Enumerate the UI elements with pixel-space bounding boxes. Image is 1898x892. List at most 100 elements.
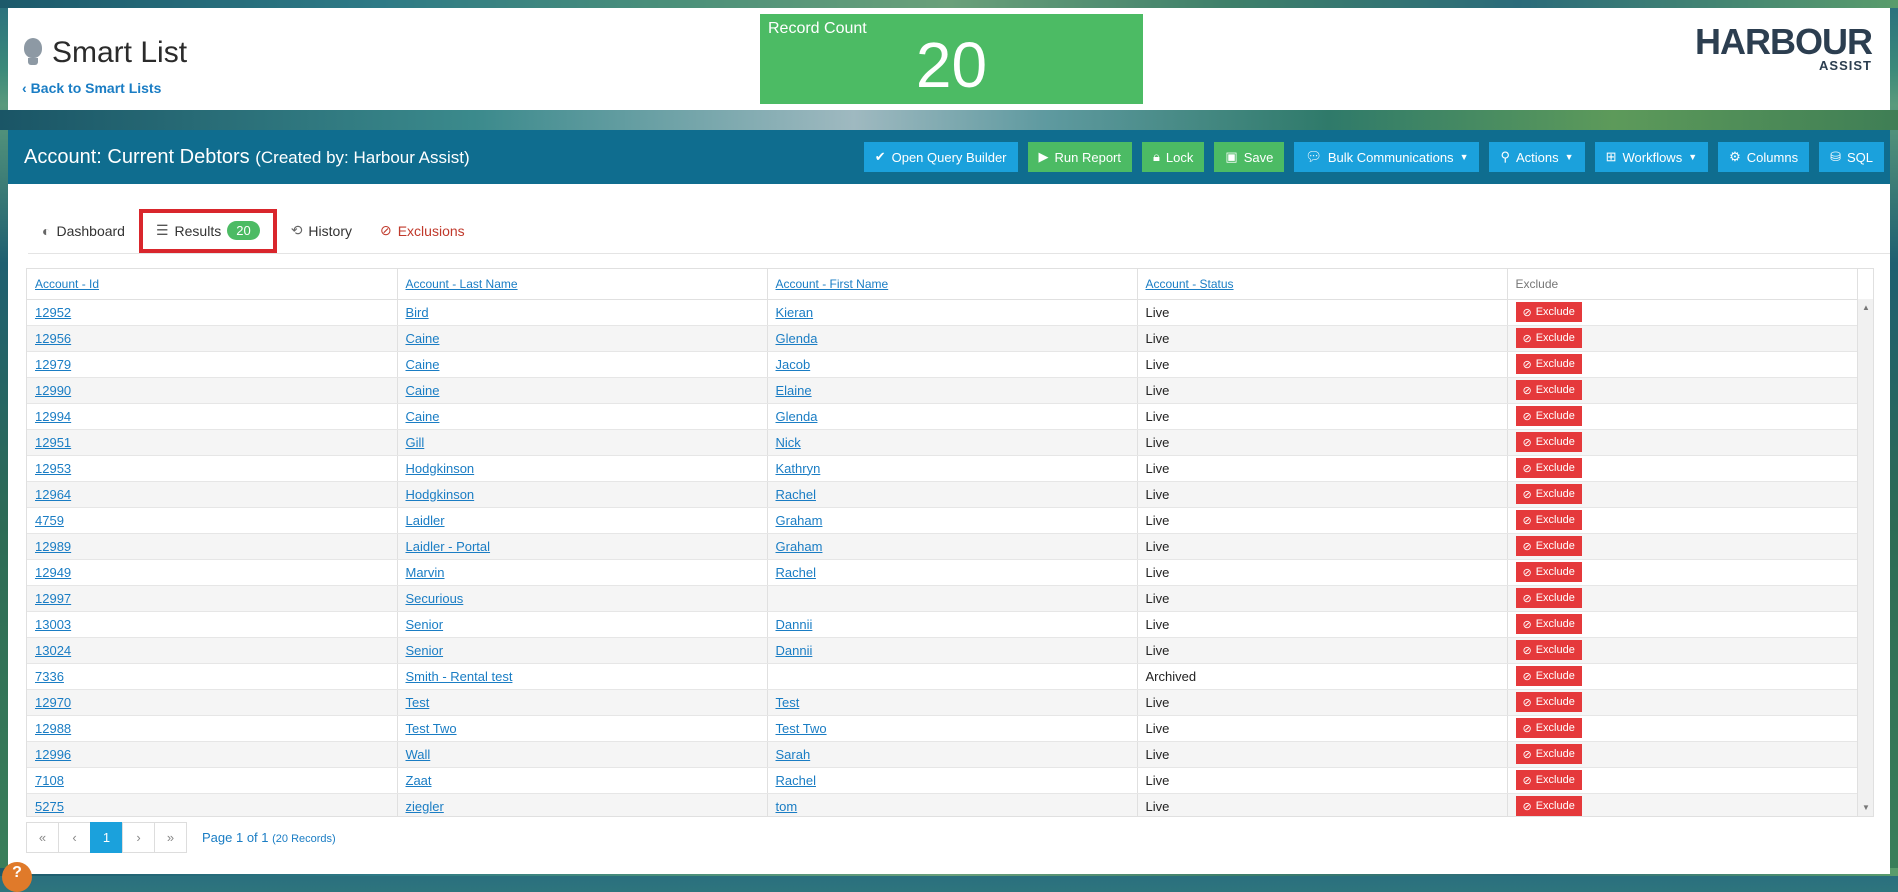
sort-first-name-link[interactable]: Account - First Name <box>776 277 889 291</box>
last-name-link[interactable]: Test Two <box>406 721 457 736</box>
account-id-link[interactable]: 12990 <box>35 383 71 398</box>
exclude-button[interactable]: ⊘ Exclude <box>1515 432 1582 452</box>
exclude-button[interactable]: ⊘ Exclude <box>1515 666 1582 686</box>
column-header-first-name[interactable]: Account - First Name <box>767 269 1138 300</box>
exclude-button[interactable]: ⊘ Exclude <box>1515 536 1582 556</box>
exclude-button[interactable]: ⊘ Exclude <box>1515 380 1582 400</box>
first-name-link[interactable]: Test <box>776 695 800 710</box>
account-id-link[interactable]: 12996 <box>35 747 71 762</box>
sort-status-link[interactable]: Account - Status <box>1146 277 1234 291</box>
exclude-button[interactable]: ⊘ Exclude <box>1515 588 1582 608</box>
first-name-link[interactable]: Dannii <box>776 643 813 658</box>
first-name-link[interactable]: Sarah <box>776 747 811 762</box>
first-page-button[interactable]: « <box>26 822 59 853</box>
page-1-button[interactable]: 1 <box>90 822 123 853</box>
account-id-link[interactable]: 13024 <box>35 643 71 658</box>
tab-history[interactable]: ⟲ History <box>277 211 366 251</box>
exclude-button[interactable]: ⊘ Exclude <box>1515 510 1582 530</box>
last-name-link[interactable]: Hodgkinson <box>406 487 475 502</box>
last-name-link[interactable]: Wall <box>406 747 431 762</box>
exclude-button[interactable]: ⊘ Exclude <box>1515 562 1582 582</box>
last-name-link[interactable]: Bird <box>406 305 429 320</box>
exclude-button[interactable]: ⊘ Exclude <box>1515 744 1582 764</box>
first-name-link[interactable]: Elaine <box>776 383 812 398</box>
last-name-link[interactable]: Caine <box>406 383 440 398</box>
open-query-builder-button[interactable]: ✔ Open Query Builder <box>863 142 1018 172</box>
last-name-link[interactable]: Caine <box>406 331 440 346</box>
last-name-link[interactable]: Securious <box>406 591 464 606</box>
last-page-button[interactable]: » <box>154 822 187 853</box>
account-id-link[interactable]: 12953 <box>35 461 71 476</box>
scroll-up-arrow-icon[interactable]: ▲ <box>1862 303 1870 312</box>
columns-button[interactable]: ⚙ Columns <box>1718 142 1810 172</box>
exclude-button[interactable]: ⊘ Exclude <box>1515 614 1582 634</box>
account-id-link[interactable]: 7108 <box>35 773 64 788</box>
last-name-link[interactable]: Gill <box>406 435 425 450</box>
account-id-link[interactable]: 12997 <box>35 591 71 606</box>
account-id-link[interactable]: 7336 <box>35 669 64 684</box>
first-name-link[interactable]: Nick <box>776 435 801 450</box>
account-id-link[interactable]: 13003 <box>35 617 71 632</box>
first-name-link[interactable]: Test Two <box>776 721 827 736</box>
exclude-button[interactable]: ⊘ Exclude <box>1515 458 1582 478</box>
first-name-link[interactable]: Glenda <box>776 331 818 346</box>
column-header-status[interactable]: Account - Status <box>1137 269 1508 300</box>
last-name-link[interactable]: Hodgkinson <box>406 461 475 476</box>
account-id-link[interactable]: 12979 <box>35 357 71 372</box>
account-id-link[interactable]: 12949 <box>35 565 71 580</box>
account-id-link[interactable]: 12970 <box>35 695 71 710</box>
column-header-last-name[interactable]: Account - Last Name <box>397 269 768 300</box>
exclude-button[interactable]: ⊘ Exclude <box>1515 354 1582 374</box>
last-name-link[interactable]: Senior <box>406 643 444 658</box>
first-name-link[interactable]: Kieran <box>776 305 814 320</box>
workflows-button[interactable]: ⊞ Workflows ▼ <box>1594 142 1709 172</box>
last-name-link[interactable]: Laidler - Portal <box>406 539 491 554</box>
account-id-link[interactable]: 12952 <box>35 305 71 320</box>
exclude-button[interactable]: ⊘ Exclude <box>1515 328 1582 348</box>
exclude-button[interactable]: ⊘ Exclude <box>1515 796 1582 816</box>
first-name-link[interactable]: Jacob <box>776 357 811 372</box>
sql-button[interactable]: ⛁ SQL <box>1819 142 1884 172</box>
last-name-link[interactable]: Zaat <box>406 773 432 788</box>
exclude-button[interactable]: ⊘ Exclude <box>1515 770 1582 790</box>
sort-last-name-link[interactable]: Account - Last Name <box>406 277 518 291</box>
scroll-down-arrow-icon[interactable]: ▼ <box>1862 803 1870 812</box>
column-header-account-id[interactable]: Account - Id <box>27 269 398 300</box>
last-name-link[interactable]: Senior <box>406 617 444 632</box>
first-name-link[interactable]: Dannii <box>776 617 813 632</box>
exclude-button[interactable]: ⊘ Exclude <box>1515 692 1582 712</box>
next-page-button[interactable]: › <box>122 822 155 853</box>
first-name-link[interactable]: Rachel <box>776 565 816 580</box>
tab-results[interactable]: ☰ Results 20 <box>138 208 277 253</box>
tab-dashboard[interactable]: ◐ Dashboard <box>28 211 139 251</box>
account-id-link[interactable]: 12994 <box>35 409 71 424</box>
first-name-link[interactable]: Rachel <box>776 773 816 788</box>
tab-exclusions[interactable]: ⊘ Exclusions <box>366 211 479 251</box>
save-button[interactable]: ▣ Save <box>1214 142 1285 172</box>
first-name-link[interactable]: Glenda <box>776 409 818 424</box>
last-name-link[interactable]: Test <box>406 695 430 710</box>
run-report-button[interactable]: ▶ Run Report <box>1027 142 1132 172</box>
account-id-link[interactable]: 4759 <box>35 513 64 528</box>
account-id-link[interactable]: 5275 <box>35 799 64 814</box>
first-name-link[interactable]: tom <box>776 799 798 814</box>
exclude-button[interactable]: ⊘ Exclude <box>1515 484 1582 504</box>
exclude-button[interactable]: ⊘ Exclude <box>1515 302 1582 322</box>
account-id-link[interactable]: 12956 <box>35 331 71 346</box>
first-name-link[interactable]: Graham <box>776 539 823 554</box>
last-name-link[interactable]: Smith - Rental test <box>406 669 513 684</box>
account-id-link[interactable]: 12989 <box>35 539 71 554</box>
last-name-link[interactable]: ziegler <box>406 799 444 814</box>
last-name-link[interactable]: Caine <box>406 357 440 372</box>
actions-button[interactable]: ⚲ Actions ▼ <box>1489 142 1585 172</box>
lock-button[interactable]: 🔒︎ Lock <box>1142 142 1205 172</box>
exclude-button[interactable]: ⊘ Exclude <box>1515 640 1582 660</box>
account-id-link[interactable]: 12951 <box>35 435 71 450</box>
first-name-link[interactable]: Kathryn <box>776 461 821 476</box>
bulk-communications-button[interactable]: 💬︎ Bulk Communications ▼ <box>1294 142 1480 172</box>
sort-account-id-link[interactable]: Account - Id <box>35 277 99 291</box>
back-to-smart-lists-link[interactable]: ‹ Back to Smart Lists <box>22 80 161 96</box>
first-name-link[interactable]: Rachel <box>776 487 816 502</box>
table-scrollbar[interactable]: ▲ ▼ <box>1857 299 1873 816</box>
help-bubble-button[interactable]: ? <box>2 862 32 892</box>
